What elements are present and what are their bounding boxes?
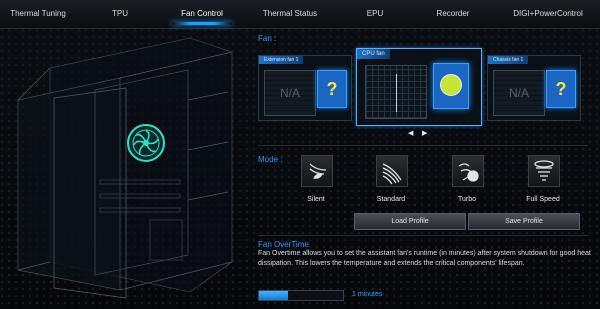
turbo-mode-button[interactable] xyxy=(452,155,484,187)
cpu-fan-icon xyxy=(433,63,469,109)
fan-card-cpu[interactable]: CPU fan xyxy=(356,48,482,126)
divider xyxy=(258,145,588,146)
tab-recorder[interactable]: Recorder xyxy=(428,0,478,28)
active-tab-indicator xyxy=(172,22,232,25)
wind-icon xyxy=(382,163,402,185)
mode-label-standard: Standard xyxy=(376,196,406,203)
tab-digi-power-control[interactable]: DIGI+PowerControl xyxy=(503,0,593,28)
overtime-description: Fan Overtime allows you to set the assis… xyxy=(258,250,591,267)
overtime-slider[interactable] xyxy=(258,290,344,301)
tab-epu[interactable]: EPU xyxy=(357,0,393,28)
full-speed-mode-button[interactable] xyxy=(528,155,560,187)
fan-card-chassis[interactable]: Chassis fan 1 N/A ? xyxy=(487,55,581,121)
prev-fan-button[interactable]: ◀ xyxy=(408,129,413,137)
tab-thermal-status[interactable]: Thermal Status xyxy=(255,0,325,28)
unknown-fan-icon: ? xyxy=(317,70,347,108)
fan-section-title: Fan : xyxy=(258,34,277,43)
overtime-title: Fan OverTime xyxy=(258,240,309,249)
next-fan-button[interactable]: ▶ xyxy=(422,129,427,137)
save-profile-button[interactable]: Save Profile xyxy=(468,213,580,230)
tornado-icon xyxy=(534,160,554,181)
standard-mode-button[interactable] xyxy=(376,155,408,187)
pc-case-illustration xyxy=(17,37,233,299)
fan-curve-chart xyxy=(365,65,427,119)
mode-label-turbo: Turbo xyxy=(457,196,477,203)
mode-section-title: Mode : xyxy=(258,155,283,164)
cpu-fan-highlight-icon xyxy=(127,124,165,162)
fan-chart-na: N/A xyxy=(264,70,316,116)
divider xyxy=(258,235,588,236)
fan-card-tag: Chassis fan 1 xyxy=(488,56,529,64)
mode-label-full-speed: Full Speed xyxy=(526,196,560,203)
tab-thermal-tuning[interactable]: Thermal Tuning xyxy=(6,0,70,28)
tab-tpu[interactable]: TPU xyxy=(98,0,142,28)
load-profile-button[interactable]: Load Profile xyxy=(354,213,466,230)
leaf-icon xyxy=(309,163,327,179)
fan-card-tag: CPU fan xyxy=(357,49,390,59)
unknown-fan-icon: ? xyxy=(546,70,576,108)
mode-label-silent: Silent xyxy=(307,196,325,203)
swirl-icon xyxy=(458,163,479,182)
overtime-value: 1 minutes xyxy=(352,291,383,298)
top-nav: Thermal Tuning TPU Fan Control Thermal S… xyxy=(0,0,600,29)
fan-chart-na: N/A xyxy=(493,70,545,116)
silent-mode-button[interactable] xyxy=(301,155,333,187)
overtime-slider-fill xyxy=(259,291,289,300)
fan-card-tag: Extension fan 1 xyxy=(259,56,304,64)
fan-card-extension[interactable]: Extension fan 1 N/A ? xyxy=(258,55,352,121)
